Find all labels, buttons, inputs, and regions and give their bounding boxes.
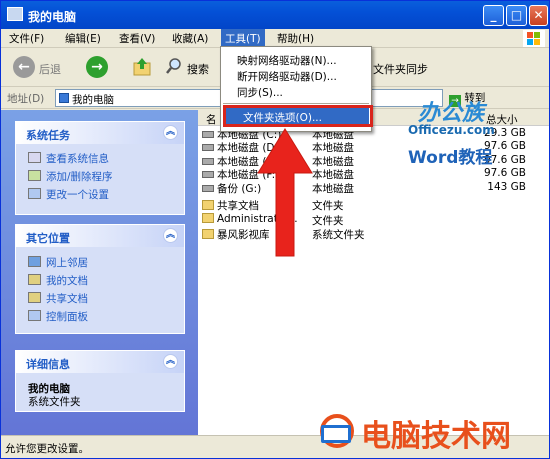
watermark-brand: 电脑技术网 [361, 419, 511, 454]
officezu-watermark: 办公族 Officezu.com Word教程 [406, 95, 546, 175]
pc-tech-watermark: 电脑技术网 [309, 409, 549, 457]
monitor-logo-icon [320, 414, 354, 448]
explorer-window: 我的电脑 _ □ ✕ 文件(F) 编辑(E) 查看(V) 收藏(A) 工具(T)… [0, 0, 550, 459]
watermark-url: Officezu.com [408, 123, 495, 137]
watermark-subtitle: Word教程 [408, 148, 493, 168]
red-arrow-icon [257, 128, 313, 257]
